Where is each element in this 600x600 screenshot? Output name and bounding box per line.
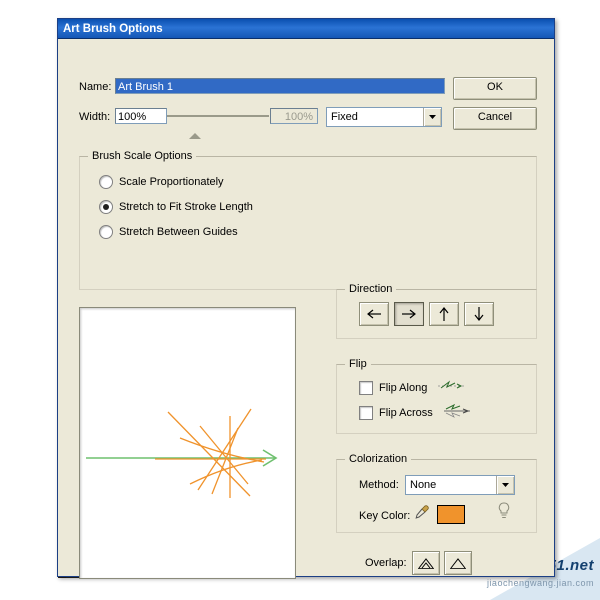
radio-stretch-to-fit-stroke-length[interactable]: Stretch to Fit Stroke Length xyxy=(99,200,253,214)
key-color-label: Key Color: xyxy=(359,510,411,522)
radio-label: Scale Proportionately xyxy=(119,176,224,188)
direction-right-button[interactable] xyxy=(394,302,424,326)
flip-along-label: Flip Along xyxy=(379,381,428,394)
dialog-titlebar[interactable]: Art Brush Options xyxy=(58,19,554,39)
brush-name-input[interactable]: Art Brush 1 xyxy=(115,78,445,94)
brush-scale-options-title: Brush Scale Options xyxy=(88,150,197,162)
page-left-margin xyxy=(0,0,58,600)
direction-title: Direction xyxy=(345,283,397,295)
radio-icon[interactable] xyxy=(99,175,113,189)
dialog-body: Name: Art Brush 1 OK Cancel Width: 100% … xyxy=(58,39,554,579)
overlap-allow-button[interactable] xyxy=(412,551,440,575)
colorization-group: Colorization Method: None Key Color: xyxy=(336,453,537,533)
colorization-method-select[interactable]: None xyxy=(405,475,515,495)
page-top-margin xyxy=(0,0,600,18)
chevron-down-icon[interactable] xyxy=(423,108,441,126)
flip-along-preview-icon xyxy=(437,378,465,397)
checkbox-icon[interactable] xyxy=(359,380,373,395)
tips-lightbulb-icon[interactable] xyxy=(497,502,511,523)
brush-preview xyxy=(79,307,296,579)
width-mode-select[interactable]: Fixed xyxy=(326,107,442,127)
width-label: Width: xyxy=(79,111,111,123)
flip-across-checkbox-row[interactable]: Flip Across xyxy=(359,403,471,422)
width-mode-value: Fixed xyxy=(331,111,358,123)
art-brush-options-dialog: Art Brush Options Name: Art Brush 1 OK C… xyxy=(57,18,555,579)
key-color-swatch[interactable] xyxy=(437,505,465,524)
overlap-label: Overlap: xyxy=(365,557,407,569)
flip-title: Flip xyxy=(345,358,371,370)
overlap-prevent-button[interactable] xyxy=(444,551,472,575)
direction-down-button[interactable] xyxy=(464,302,494,326)
direction-up-button[interactable] xyxy=(429,302,459,326)
method-label: Method: xyxy=(359,479,399,491)
radio-icon[interactable] xyxy=(99,200,113,214)
flip-along-checkbox-row[interactable]: Flip Along xyxy=(359,378,465,397)
width-percent-readout: 100% xyxy=(270,108,318,124)
flip-group: Flip Flip Along Flip Across xyxy=(336,358,537,434)
brush-preview-artwork xyxy=(86,408,278,498)
radio-label: Stretch Between Guides xyxy=(119,226,238,238)
radio-icon[interactable] xyxy=(99,225,113,239)
ok-button[interactable]: OK xyxy=(453,77,537,100)
flip-across-preview-icon xyxy=(443,403,471,422)
flip-across-label: Flip Across xyxy=(379,406,433,419)
radio-label: Stretch to Fit Stroke Length xyxy=(119,201,253,213)
direction-left-button[interactable] xyxy=(359,302,389,326)
eyedropper-icon[interactable] xyxy=(415,504,429,523)
name-label: Name: xyxy=(79,81,112,93)
width-slider-track[interactable] xyxy=(167,115,269,117)
chevron-down-icon[interactable] xyxy=(496,476,514,494)
direction-group: Direction xyxy=(336,283,537,339)
cancel-button[interactable]: Cancel xyxy=(453,107,537,130)
radio-stretch-between-guides[interactable]: Stretch Between Guides xyxy=(99,225,238,239)
width-slider-thumb[interactable] xyxy=(189,133,201,139)
colorization-title: Colorization xyxy=(345,453,412,465)
watermark-secondary: jiaochengwang.jian.com xyxy=(486,578,594,588)
brush-scale-options-group: Brush Scale Options Scale Proportionatel… xyxy=(79,150,537,290)
dialog-title: Art Brush Options xyxy=(63,22,163,35)
width-input[interactable]: 100% xyxy=(115,108,167,124)
radio-scale-proportionately[interactable]: Scale Proportionately xyxy=(99,175,224,189)
colorization-method-value: None xyxy=(410,479,437,491)
checkbox-icon[interactable] xyxy=(359,405,373,420)
